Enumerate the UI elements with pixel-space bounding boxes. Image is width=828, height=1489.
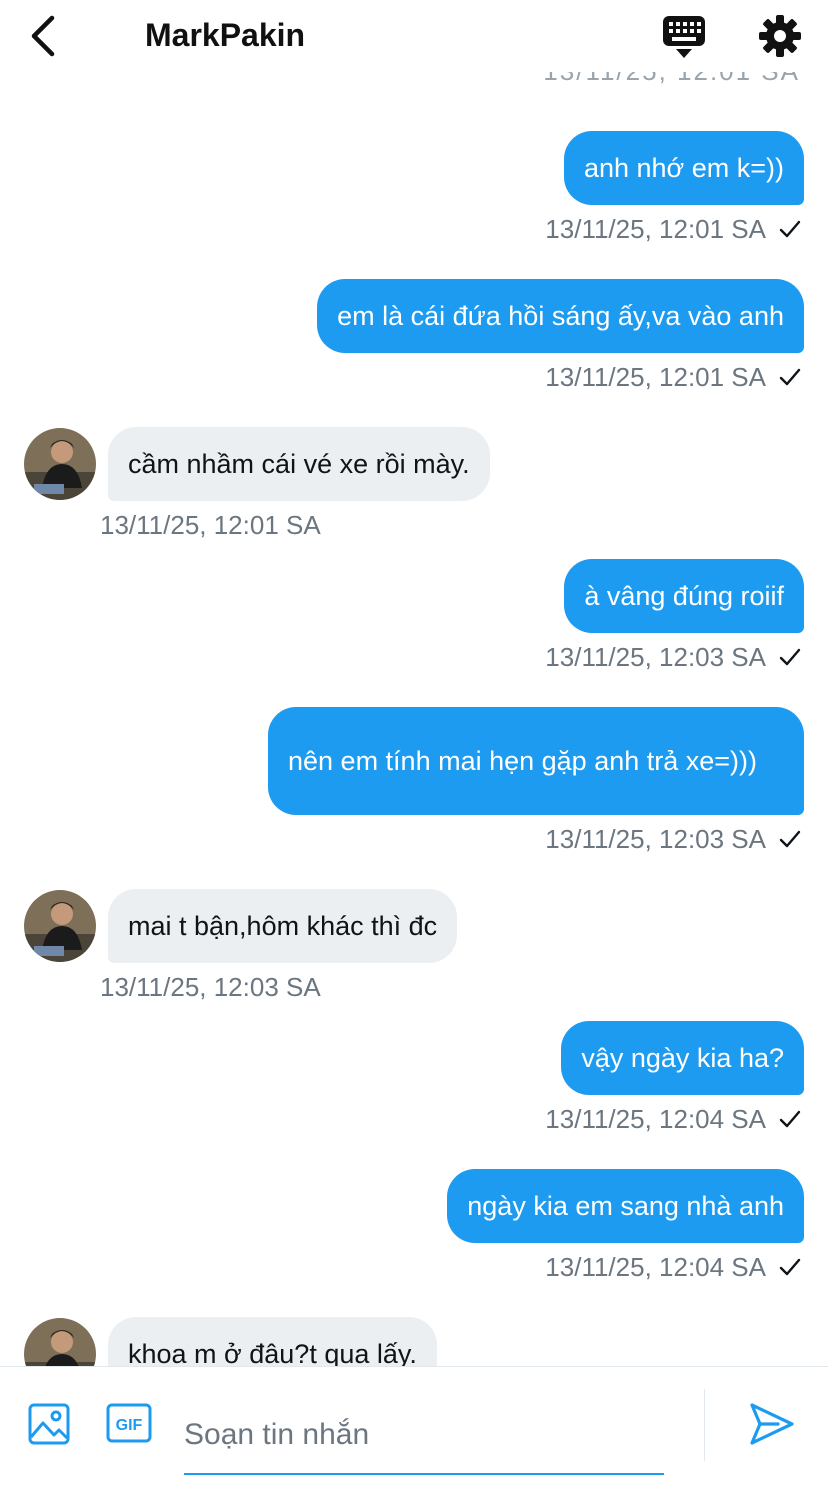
message-text: anh nhớ em k=)) <box>583 153 784 183</box>
message-text: cầm nhầm cái vé xe rồi mày. <box>128 449 470 479</box>
gear-icon <box>759 15 801 57</box>
outgoing-message[interactable]: vậy ngày kia ha? <box>561 1021 804 1095</box>
message-timestamp: 13/11/25, 12:01 SA <box>545 214 802 244</box>
avatar-photo <box>24 428 96 500</box>
contact-avatar[interactable] <box>24 428 96 500</box>
message-timestamp: 13/11/25, 12:03 SA <box>100 972 321 1002</box>
message-timestamp: 13/11/25, 12:03 SA <box>545 642 802 672</box>
outgoing-message[interactable]: nên em tính mai hẹn gặp anh trả xe=))) <box>268 707 804 815</box>
incoming-message[interactable]: mai t bận,hôm khác thì đc <box>108 889 458 963</box>
message-input[interactable] <box>184 1397 664 1475</box>
checkmark-icon <box>779 830 801 848</box>
image-icon <box>28 1403 70 1445</box>
keyboard-icon <box>663 16 705 58</box>
message-timestamp: 13/11/25, 12:04 SA <box>545 1252 802 1282</box>
gif-icon: GIF <box>106 1403 152 1443</box>
clipped-timestamp: 13/11/25, 12:01 SA <box>543 70 800 86</box>
avatar-photo <box>24 890 96 962</box>
message-text: à vâng đúng roiif <box>584 581 784 611</box>
message-timestamp: 13/11/25, 12:01 SA <box>545 362 802 392</box>
message-text: ngày kia em sang nhà anh <box>467 1191 784 1221</box>
outgoing-message[interactable]: à vâng đúng roiif <box>564 559 804 633</box>
message-text: vậy ngày kia ha? <box>581 1043 784 1073</box>
contact-avatar[interactable] <box>24 890 96 962</box>
checkmark-icon <box>779 648 801 666</box>
contact-name[interactable]: MarkPakin <box>145 16 305 54</box>
timestamp-text: 13/11/25, 12:01 SA <box>545 362 766 392</box>
send-button[interactable] <box>748 1401 796 1447</box>
checkmark-icon <box>779 368 801 386</box>
checkmark-icon <box>779 1258 801 1276</box>
keyboard-button[interactable] <box>660 14 708 60</box>
outgoing-message[interactable]: ngày kia em sang nhà anh <box>447 1169 804 1243</box>
composer-divider <box>704 1389 705 1461</box>
outgoing-message[interactable]: em là cái đứa hồi sáng ấy,va vào anh <box>317 279 804 353</box>
message-timestamp: 13/11/25, 12:01 SA <box>100 510 321 540</box>
message-timestamp: 13/11/25, 12:04 SA <box>545 1104 802 1134</box>
message-text: mai t bận,hôm khác thì đc <box>128 911 438 941</box>
timestamp-text: 13/11/25, 12:01 SA <box>100 510 321 540</box>
timestamp-text: 13/11/25, 12:03 SA <box>545 642 766 672</box>
checkmark-icon <box>779 1110 801 1128</box>
add-gif-button[interactable]: GIF <box>106 1403 152 1443</box>
message-composer: GIF <box>0 1366 828 1489</box>
timestamp-text: 13/11/25, 12:01 SA <box>545 214 766 244</box>
svg-text:GIF: GIF <box>116 1417 143 1434</box>
timestamp-text: 13/11/25, 12:04 SA <box>545 1252 766 1282</box>
add-media-button[interactable] <box>28 1403 70 1445</box>
message-text: em là cái đứa hồi sáng ấy,va vào anh <box>337 301 784 331</box>
timestamp-text: 13/11/25, 12:03 SA <box>100 972 321 1002</box>
timestamp-text: 13/11/25, 12:04 SA <box>545 1104 766 1134</box>
settings-button[interactable] <box>756 12 804 60</box>
back-button[interactable] <box>26 14 66 58</box>
message-timestamp: 13/11/25, 12:03 SA <box>545 824 802 854</box>
message-text: nên em tính mai hẹn gặp anh trả xe=))) <box>288 746 758 776</box>
send-icon <box>750 1403 794 1445</box>
checkmark-icon <box>779 220 801 238</box>
outgoing-message[interactable]: anh nhớ em k=)) <box>563 131 804 205</box>
incoming-message[interactable]: cầm nhầm cái vé xe rồi mày. <box>108 427 490 501</box>
timestamp-text: 13/11/25, 12:03 SA <box>545 824 766 854</box>
conversation-header: MarkPakin <box>0 0 828 72</box>
chevron-left-icon <box>31 15 55 57</box>
